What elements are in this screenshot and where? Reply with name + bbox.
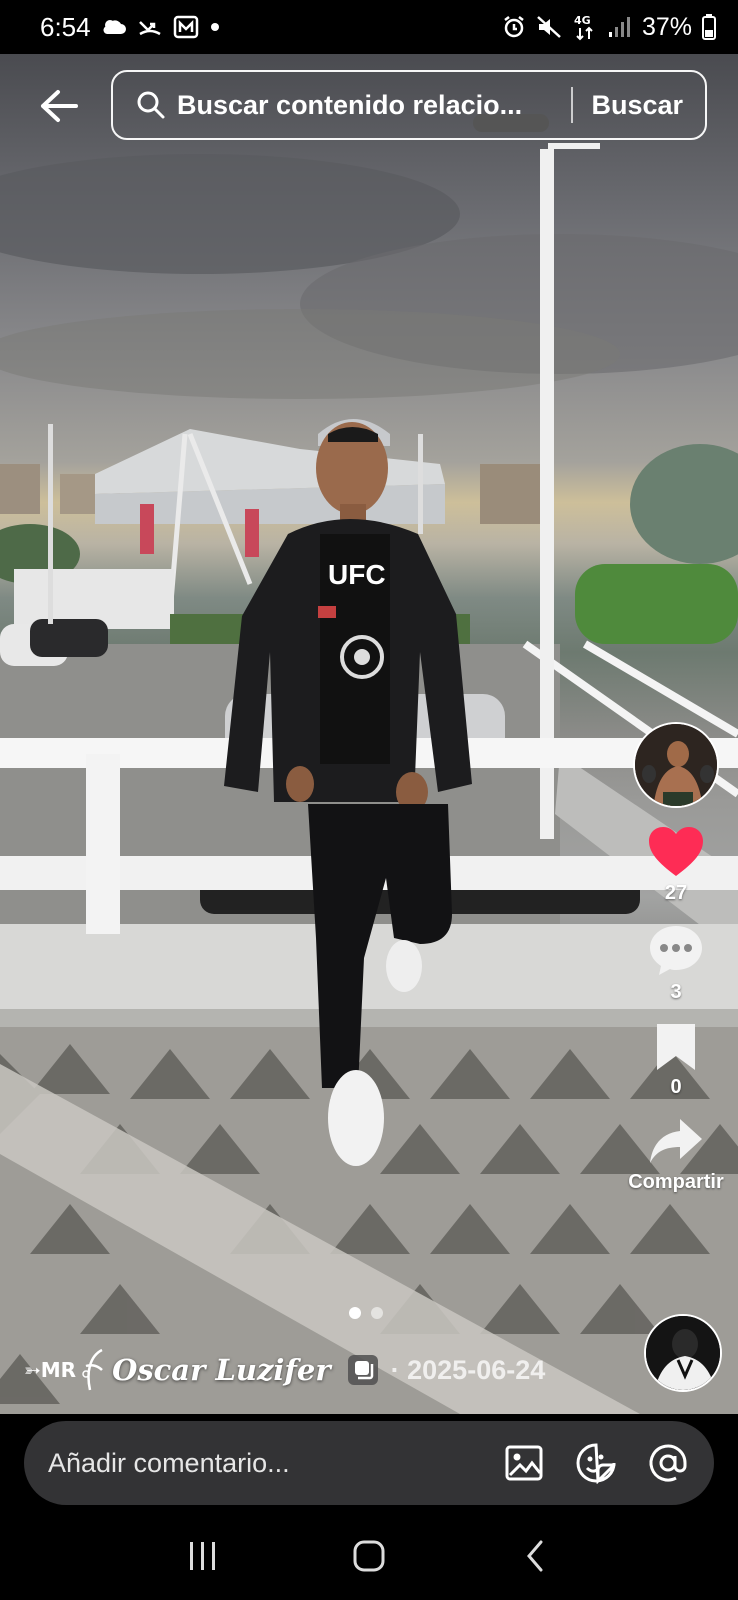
creator-avatar-image bbox=[635, 724, 717, 806]
share-action[interactable]: Compartir bbox=[628, 1117, 724, 1194]
system-nav-bar bbox=[0, 1512, 738, 1600]
status-bar: 6:54 4G 37% bbox=[0, 0, 738, 54]
mention-icon[interactable] bbox=[646, 1441, 690, 1485]
nav-back-button[interactable] bbox=[505, 1531, 565, 1581]
share-icon[interactable] bbox=[648, 1117, 704, 1167]
home-button[interactable] bbox=[339, 1531, 399, 1581]
save-count: 0 bbox=[670, 1076, 682, 1098]
author-decoration-icon bbox=[82, 1348, 103, 1391]
app-notification-icon bbox=[173, 15, 199, 39]
sticker-icon[interactable] bbox=[574, 1441, 618, 1485]
search-bar[interactable]: Buscar contenido relacio... Buscar bbox=[111, 70, 707, 140]
post-date: · 2025-06-24 bbox=[390, 1354, 546, 1385]
status-time: 6:54 bbox=[40, 11, 91, 42]
comment-icon[interactable] bbox=[647, 923, 705, 977]
recents-button[interactable] bbox=[173, 1531, 233, 1581]
music-avatar[interactable] bbox=[644, 1314, 722, 1392]
home-icon bbox=[353, 1540, 385, 1572]
missed-call-icon bbox=[137, 16, 163, 38]
author-name[interactable]: Oscar Luzifer bbox=[112, 1353, 331, 1387]
author-prefix: ➳MR bbox=[24, 1358, 77, 1382]
notification-dot-icon bbox=[209, 21, 221, 33]
signal-icon bbox=[608, 15, 632, 39]
search-input[interactable]: Buscar contenido relacio... bbox=[177, 90, 557, 121]
alarm-icon bbox=[502, 15, 526, 39]
comment-placeholder[interactable]: Añadir comentario... bbox=[48, 1448, 502, 1479]
battery-percentage: 37% bbox=[641, 12, 692, 41]
copy-icon bbox=[345, 1352, 381, 1388]
status-left: 6:54 bbox=[40, 12, 221, 43]
mute-icon bbox=[536, 15, 562, 39]
shirt-text: UFC bbox=[328, 559, 386, 590]
nav-back-icon bbox=[527, 1540, 543, 1572]
recents-icon bbox=[190, 1542, 215, 1570]
image-icon[interactable] bbox=[502, 1441, 546, 1485]
pager-dot bbox=[371, 1307, 383, 1319]
search-button[interactable]: Buscar bbox=[591, 90, 683, 121]
back-button[interactable] bbox=[36, 84, 80, 128]
share-label: Compartir bbox=[628, 1171, 724, 1193]
like-action[interactable]: 27 bbox=[647, 826, 705, 905]
author-line[interactable]: ➳MR Oscar Luzifer · 2025-06-24 bbox=[24, 1344, 545, 1396]
action-rail: 27 3 0 Compartir bbox=[614, 722, 738, 1194]
network-4g-icon: 4G bbox=[572, 13, 598, 41]
network-label: 4G bbox=[574, 14, 591, 27]
image-pager bbox=[349, 1307, 383, 1319]
search-icon bbox=[135, 89, 167, 121]
creator-avatar[interactable] bbox=[633, 722, 719, 808]
comment-input[interactable]: Añadir comentario... bbox=[24, 1421, 714, 1505]
status-right: 4G 37% bbox=[502, 13, 716, 42]
search-divider bbox=[571, 87, 574, 123]
save-action[interactable]: 0 bbox=[653, 1022, 699, 1099]
battery-icon bbox=[702, 14, 716, 40]
weather-icon bbox=[101, 16, 127, 38]
bookmark-icon[interactable] bbox=[653, 1022, 699, 1072]
pager-dot-active bbox=[349, 1307, 361, 1319]
comment-tools bbox=[502, 1441, 690, 1485]
heart-icon[interactable] bbox=[647, 826, 705, 878]
comment-action[interactable]: 3 bbox=[647, 923, 705, 1004]
back-arrow-icon bbox=[41, 90, 78, 122]
comment-count: 3 bbox=[670, 981, 682, 1003]
like-count: 27 bbox=[664, 882, 688, 904]
